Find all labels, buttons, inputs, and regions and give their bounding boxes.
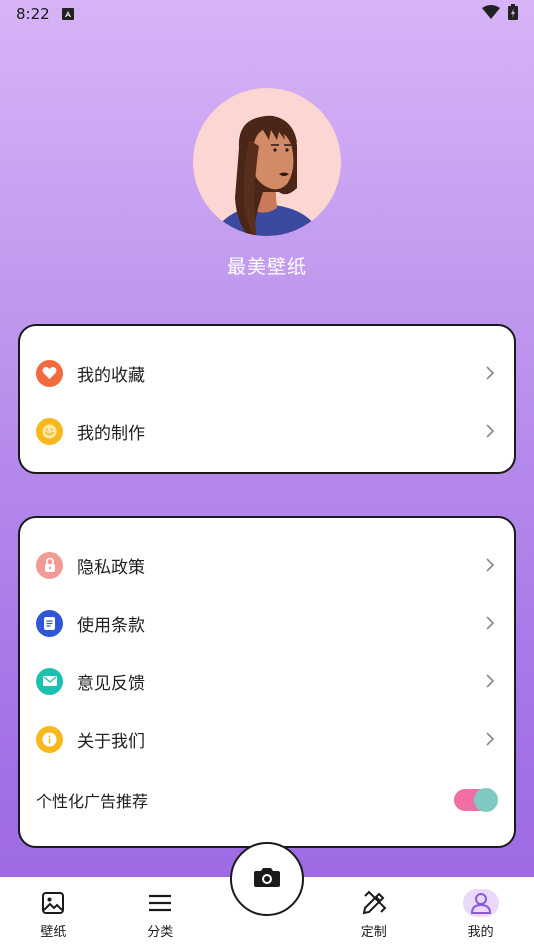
- image-icon: [35, 889, 71, 917]
- menu-item-feedback[interactable]: 意见反馈: [20, 652, 514, 710]
- menu-card-personal: 我的收藏 我的制作: [18, 324, 516, 474]
- menu-item-label: 我的收藏: [77, 365, 145, 386]
- menu-item-creations[interactable]: 我的制作: [20, 402, 514, 460]
- nav-item-wallpaper[interactable]: 壁纸: [0, 877, 107, 950]
- toggle-knob: [474, 788, 498, 812]
- chevron-right-icon: [486, 424, 495, 438]
- chevron-right-icon: [486, 366, 495, 380]
- profile-name: 最美壁纸: [226, 256, 307, 278]
- pencil-ruler-icon: [356, 889, 392, 917]
- personalized-ads-label: 个性化广告推荐: [36, 792, 149, 811]
- menu-item-favorites[interactable]: 我的收藏: [20, 344, 514, 402]
- chevron-right-icon: [486, 558, 495, 572]
- notification-a-icon: [61, 8, 74, 20]
- menu-item-terms[interactable]: 使用条款: [20, 594, 514, 652]
- battery-icon: [508, 4, 518, 24]
- heart-icon: [36, 359, 63, 387]
- personalized-ads-toggle[interactable]: [454, 788, 498, 812]
- camera-icon: [253, 865, 281, 893]
- chevron-right-icon: [486, 674, 495, 688]
- nav-item-customize[interactable]: 定制: [320, 877, 427, 950]
- menu-icon: [142, 889, 178, 917]
- nav-label: 分类: [147, 925, 174, 940]
- wifi-icon: [482, 5, 500, 23]
- nav-label: 定制: [360, 925, 387, 940]
- mail-icon: [36, 667, 63, 695]
- menu-card-settings: 隐私政策 使用条款 意见反馈 关于我们 个性化广告推荐: [18, 516, 516, 848]
- menu-item-label: 隐私政策: [77, 557, 145, 578]
- menu-item-label: 关于我们: [77, 731, 145, 752]
- nav-item-category[interactable]: 分类: [107, 877, 214, 950]
- camera-button[interactable]: [230, 842, 304, 916]
- avatar[interactable]: [193, 88, 341, 236]
- nav-label: 我的: [467, 925, 494, 940]
- menu-item-about[interactable]: 关于我们: [20, 710, 514, 768]
- info-icon: [36, 725, 63, 753]
- status-bar: 8:22: [0, 0, 534, 28]
- lock-icon: [36, 551, 63, 579]
- chevron-right-icon: [486, 616, 495, 630]
- menu-item-privacy[interactable]: 隐私政策: [20, 536, 514, 594]
- smile-icon: [36, 417, 63, 445]
- menu-item-label: 我的制作: [77, 423, 145, 444]
- chevron-right-icon: [486, 732, 495, 746]
- menu-item-label: 使用条款: [77, 615, 145, 636]
- nav-label: 壁纸: [40, 925, 67, 940]
- personalized-ads-row: 个性化广告推荐: [20, 768, 514, 832]
- nav-item-mine[interactable]: 我的: [427, 877, 534, 950]
- status-time: 8:22: [16, 5, 50, 23]
- user-icon: [462, 889, 499, 917]
- document-icon: [36, 609, 63, 637]
- profile-section: 最美壁纸: [0, 88, 534, 279]
- menu-item-label: 意见反馈: [77, 673, 145, 694]
